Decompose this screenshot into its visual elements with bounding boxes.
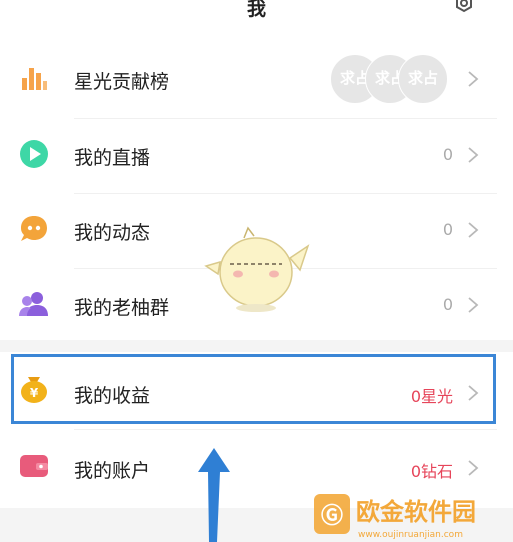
row-value: 0	[442, 145, 453, 164]
svg-text:Ⓖ: Ⓖ	[321, 503, 343, 529]
list-item-account[interactable]: 我的账户 0钻石	[0, 434, 513, 498]
gear-icon[interactable]	[449, 0, 479, 17]
chevron-right-icon	[468, 147, 479, 163]
header: 我	[0, 0, 513, 30]
section-separator	[0, 340, 513, 352]
chevron-right-icon	[468, 297, 479, 313]
divider	[74, 429, 497, 430]
row-label: 我的账户	[74, 460, 151, 482]
chat-dots-icon	[21, 216, 47, 241]
group-icon	[19, 292, 48, 316]
list-item-live[interactable]: 我的直播 0	[0, 124, 513, 186]
divider	[74, 193, 497, 194]
divider	[74, 118, 497, 119]
mascot-sticker	[204, 226, 310, 312]
chevron-right-icon	[468, 222, 479, 238]
account-value: 0钻石	[410, 462, 453, 481]
highlight-box	[11, 354, 496, 424]
row-label: 我的动态	[74, 222, 151, 244]
row-label: 星光贡献榜	[74, 71, 170, 93]
contributor-avatars[interactable]: 求占 求占 求占	[330, 54, 448, 104]
chevron-right-icon	[468, 71, 479, 87]
bar-chart-icon	[22, 68, 47, 90]
svg-text:欧金软件园: 欧金软件园	[356, 498, 476, 526]
row-value: 0	[442, 295, 453, 314]
row-label: 我的老柚群	[74, 297, 170, 319]
watermark-logo: Ⓖ 欧金软件园 www.oujinruanjian.com	[314, 494, 476, 540]
play-icon	[20, 140, 48, 168]
chevron-right-icon	[468, 460, 479, 476]
arrow-up-icon	[198, 448, 230, 542]
avatar: 求占	[398, 54, 448, 104]
row-value: 0	[442, 220, 453, 239]
svg-text:www.oujinruanjian.com: www.oujinruanjian.com	[358, 530, 463, 540]
page-title: 我	[246, 0, 266, 20]
wallet-icon	[20, 455, 48, 477]
row-label: 我的直播	[74, 147, 151, 169]
